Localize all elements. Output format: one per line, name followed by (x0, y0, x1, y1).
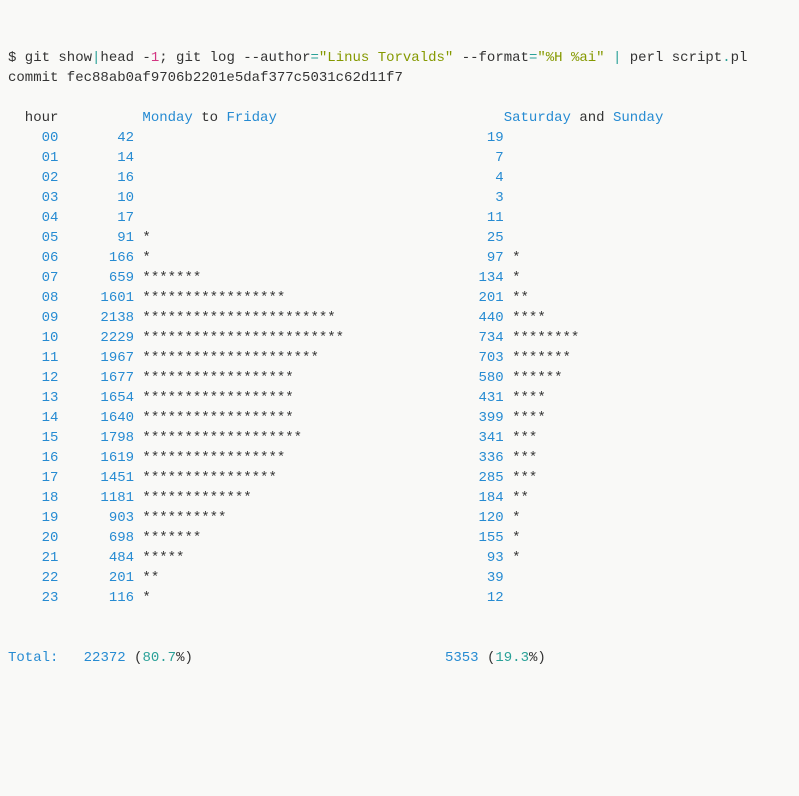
data-row: 02 16 4 (8, 170, 512, 186)
terminal-output: $ git show|head -1; git log --author="Li… (8, 28, 799, 668)
data-row: 05 91 * 25 (8, 230, 512, 246)
data-row: 17 1451 **************** 285 *** (8, 470, 537, 486)
data-row: 14 1640 ****************** 399 **** (8, 410, 546, 426)
data-row: 18 1181 ************* 184 ** (8, 490, 529, 506)
data-row: 15 1798 ******************* 341 *** (8, 430, 537, 446)
data-row: 10 2229 ************************ 734 ***… (8, 330, 579, 346)
data-row: 22 201 ** 39 (8, 570, 512, 586)
data-row: 12 1677 ****************** 580 ****** (8, 370, 563, 386)
data-row: 23 116 * 12 (8, 590, 512, 606)
data-row: 04 17 11 (8, 210, 512, 226)
commit-line: commit fec88ab0af9706b2201e5daf377c5031c… (8, 70, 403, 86)
data-row: 09 2138 *********************** 440 **** (8, 310, 546, 326)
data-row: 07 659 ******* 134 * (8, 270, 521, 286)
data-rows: 00 42 19 01 14 7 02 16 4 03 10 (8, 128, 799, 608)
data-row: 13 1654 ****************** 431 **** (8, 390, 546, 406)
data-row: 16 1619 ***************** 336 *** (8, 450, 537, 466)
data-row: 00 42 19 (8, 130, 512, 146)
cmd-line: $ git show|head -1; git log --author="Li… (8, 50, 747, 66)
data-row: 11 1967 ********************* 703 ******… (8, 350, 571, 366)
data-row: 06 166 * 97 * (8, 250, 521, 266)
data-row: 20 698 ******* 155 * (8, 530, 521, 546)
data-row: 01 14 7 (8, 150, 512, 166)
header-line: hour Monday to Friday Saturday and Sunda… (8, 110, 663, 126)
data-row: 19 903 ********** 120 * (8, 510, 521, 526)
data-row: 08 1601 ***************** 201 ** (8, 290, 529, 306)
data-row: 03 10 3 (8, 190, 512, 206)
data-row: 21 484 ***** 93 * (8, 550, 521, 566)
total-line: Total: 22372 (80.7%) 5353 (19.3%) (8, 650, 546, 666)
